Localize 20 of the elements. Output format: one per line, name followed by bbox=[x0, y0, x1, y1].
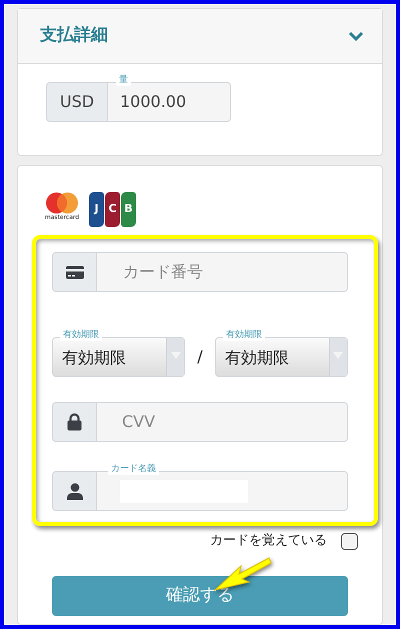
remember-checkbox[interactable] bbox=[341, 532, 358, 550]
section-title: 支払詳細 bbox=[40, 24, 108, 48]
lock-icon bbox=[67, 413, 82, 431]
date-separator: / bbox=[197, 346, 203, 368]
expiry-select[interactable]: 有効期限 bbox=[52, 337, 185, 377]
checkbox-label: カードを覚えている bbox=[210, 532, 327, 550]
card-number-field[interactable]: カード番号 bbox=[97, 252, 348, 292]
credit-card-icon bbox=[66, 266, 84, 278]
accordion-header[interactable]: 支払詳細 bbox=[18, 9, 382, 64]
amount-field[interactable]: 1000.00 bbox=[108, 82, 231, 122]
field-label: 有効期限 bbox=[60, 329, 102, 341]
jcb-logo: J C B bbox=[89, 192, 136, 227]
expiry-select[interactable]: 有効期限 bbox=[214, 337, 348, 377]
chevron-icon[interactable] bbox=[348, 30, 364, 42]
card-holder-field[interactable] bbox=[97, 471, 348, 511]
currency-label: USD bbox=[46, 82, 108, 122]
cvv-field[interactable]: CVV bbox=[97, 402, 348, 442]
field-label: 有効期限 bbox=[222, 329, 265, 341]
field-label: カード名義 bbox=[108, 463, 159, 475]
person-icon bbox=[66, 482, 82, 500]
